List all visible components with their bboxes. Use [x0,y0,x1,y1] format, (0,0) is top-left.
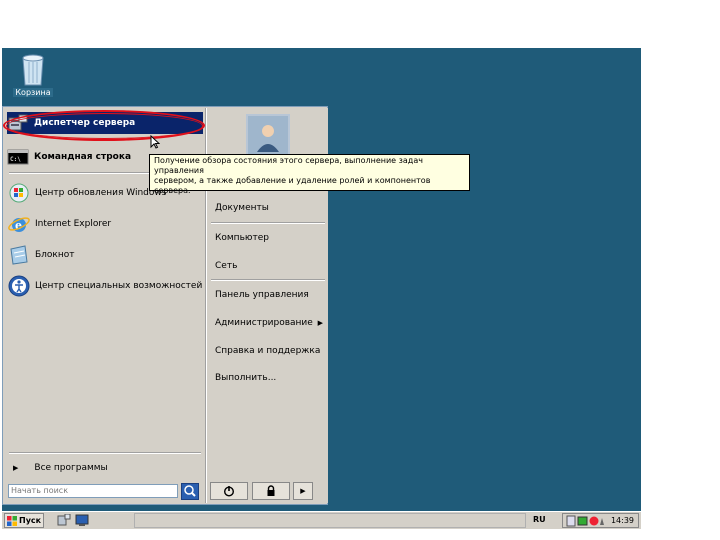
menu-item-label: Центр обновления Windows [35,188,167,198]
system-tray: 14:39 [562,513,639,528]
menu-item-label: Internet Explorer [35,219,112,229]
all-programs-button[interactable]: ▶ Все программы [9,460,199,476]
windows-logo-icon [7,515,17,526]
user-avatar[interactable] [246,114,290,158]
menu-item-documents[interactable]: Документы [215,200,325,216]
arrow-right-icon: ▶ [13,464,19,472]
windows-update-icon [7,181,31,205]
server-manager-icon [7,113,29,133]
tooltip-line: сервером, а также добавление и удаление … [154,176,431,185]
tooltip: Получение обзора состояния этого сервера… [149,154,470,195]
arrow-right-icon: ▶ [300,487,306,495]
power-icon [223,486,235,497]
search-icon [184,485,196,497]
taskbar-buttons-area [134,513,526,528]
menu-item-server-manager[interactable]: Диспетчер сервера [7,112,203,134]
lock-icon [267,485,275,496]
menu-item-label: Администрирование [215,318,313,328]
recycle-bin-shortcut[interactable]: Корзина [10,52,56,98]
cmd-icon: C:\ [7,147,29,167]
language-indicator[interactable]: RU [533,515,546,524]
menu-item-label: Блокнот [35,250,75,260]
menu-item-notepad[interactable]: Блокнот [7,242,203,268]
menu-separator [9,452,201,454]
power-options-button[interactable]: ▶ [293,482,313,500]
menu-separator [211,279,325,281]
menu-item-label: Диспетчер сервера [34,118,136,128]
menu-item-label: Командная строка [34,152,132,162]
all-programs-label: Все программы [34,463,108,473]
taskbar: Пуск RU 14:39 [2,511,641,529]
arrow-right-icon: ▶ [317,319,323,327]
mouse-cursor-icon [150,135,160,149]
start-button[interactable]: Пуск [4,513,44,528]
menu-item-help[interactable]: Справка и поддержка [215,343,325,359]
lock-button[interactable] [252,482,290,500]
menu-separator [211,222,325,224]
menu-item-run[interactable]: Выполнить... [215,370,325,386]
search-input[interactable]: Начать поиск [8,484,178,498]
tray-icons [566,515,604,527]
search-button[interactable] [181,483,199,500]
tooltip-line: сервера. [154,186,191,195]
accessibility-icon [7,274,31,298]
svg-text:C:\: C:\ [10,156,21,163]
recycle-bin-label: Корзина [13,88,53,97]
start-label: Пуск [19,516,42,525]
recycle-bin-icon [20,52,46,86]
notepad-icon [7,243,31,267]
menu-item-label: Центр специальных возможностей [35,281,203,291]
quicklaunch-server-manager-icon[interactable] [57,513,71,529]
menu-item-accessibility[interactable]: Центр специальных возможностей [7,273,203,299]
menu-item-computer[interactable]: Компьютер [215,230,325,246]
user-icon [248,116,288,156]
internet-explorer-icon: e [7,212,31,236]
menu-item-internet-explorer[interactable]: e Internet Explorer [7,211,203,237]
tooltip-line: Получение обзора состояния этого сервера… [154,156,423,175]
menu-item-control-panel[interactable]: Панель управления [215,287,325,303]
quicklaunch-show-desktop-icon[interactable] [75,514,89,529]
clock[interactable]: 14:39 [611,516,634,525]
menu-item-network[interactable]: Сеть [215,258,325,274]
menu-item-administration[interactable]: Администрирование ▶ [215,315,325,331]
shutdown-button[interactable] [210,482,248,500]
